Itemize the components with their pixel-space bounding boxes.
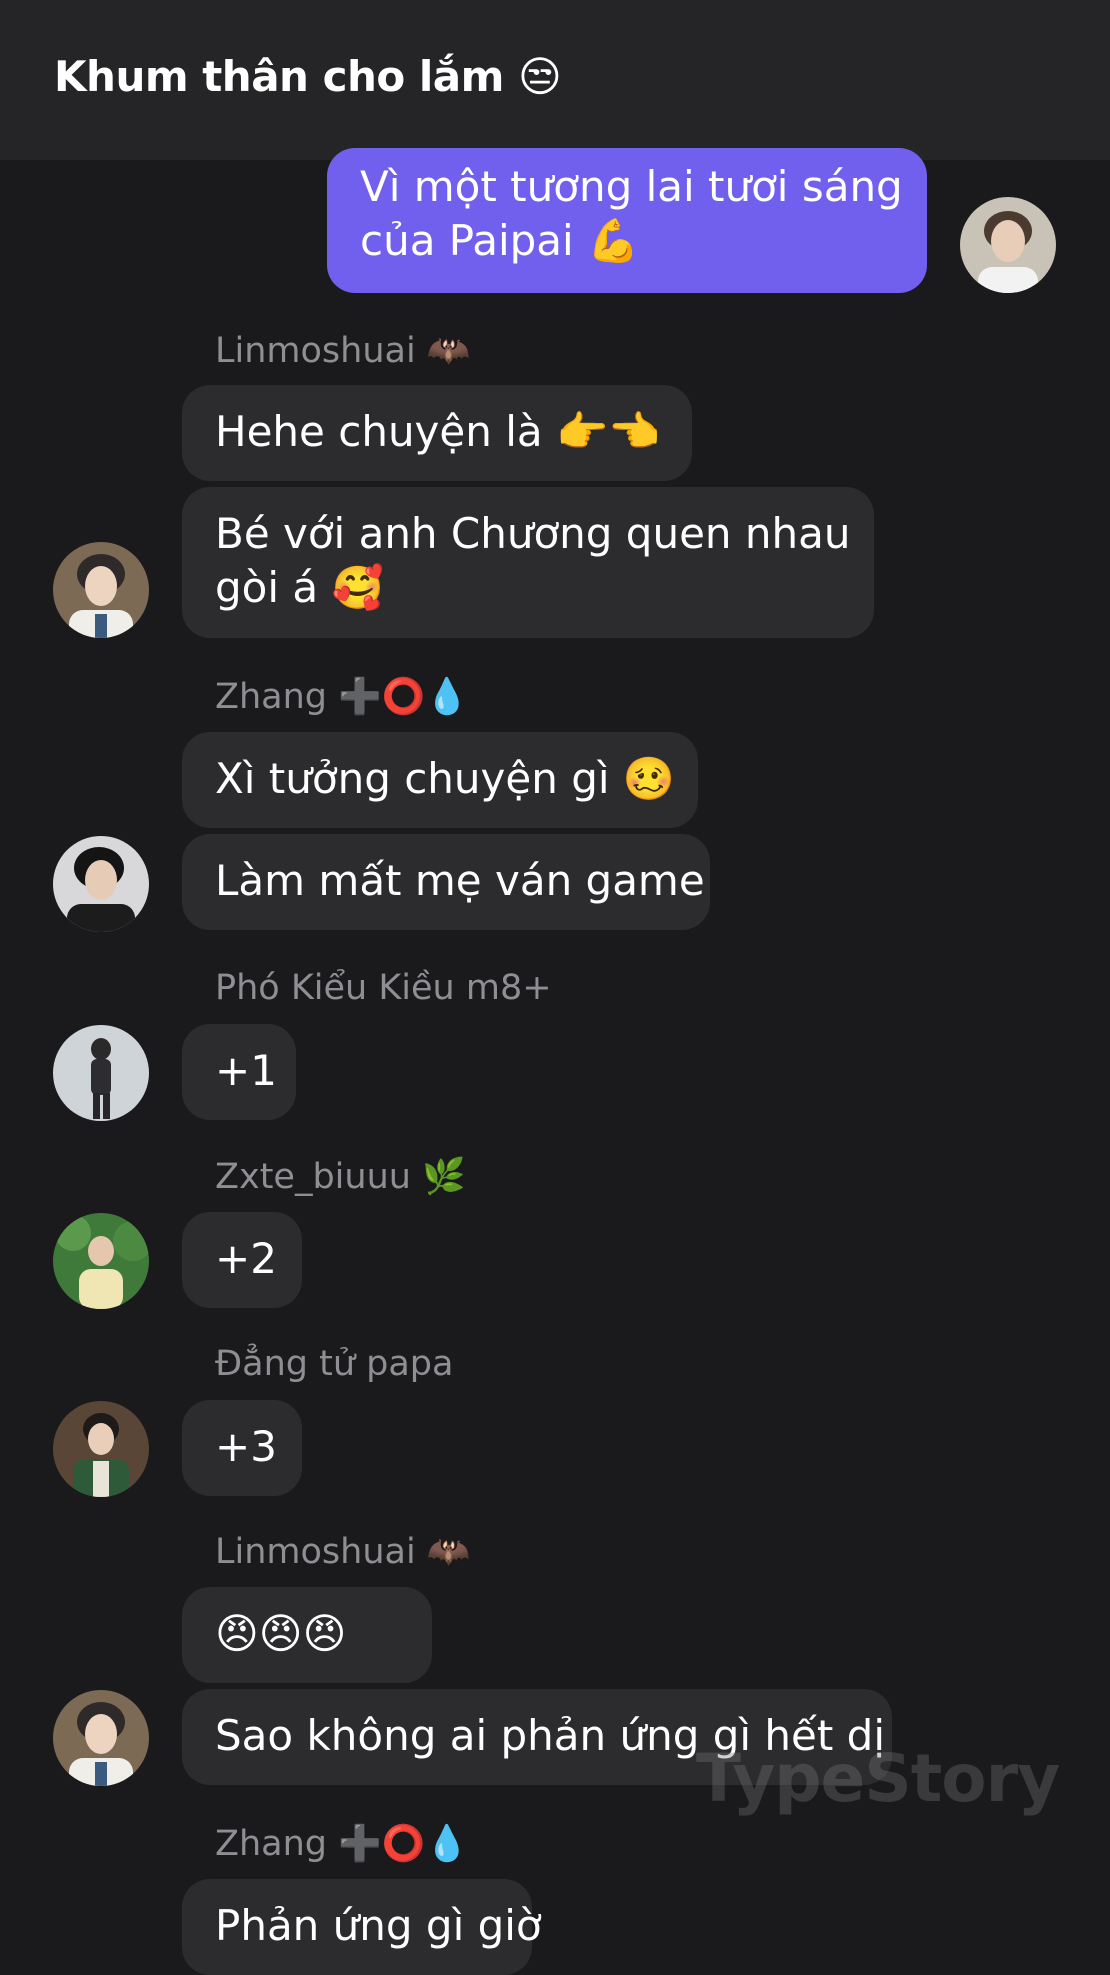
sender-name: Zhang ➕⭕💧 — [215, 1824, 469, 1864]
message-text: Bé với anh Chương quen nhau — [215, 509, 851, 558]
sender-avatar[interactable] — [53, 1025, 149, 1121]
sender-name: Đẳng tử papa — [215, 1344, 454, 1384]
sender-avatar[interactable] — [53, 1213, 149, 1309]
message-bubble[interactable]: +1 — [182, 1024, 296, 1120]
message-text: 😠😠😠 — [215, 1609, 347, 1658]
sender-avatar[interactable] — [53, 1401, 149, 1497]
chat-header: Khum thân cho lắm 😒 — [0, 0, 1110, 160]
message-bubble[interactable]: Làm mất mẹ ván game — [182, 834, 710, 930]
sender-name: Phó Kiểu Kiều m8+ — [215, 968, 552, 1008]
message-text: Phản ứng gì giờ — [215, 1901, 542, 1950]
message-text: Xì tưởng chuyện gì 🥴 — [215, 754, 676, 803]
message-text: của Paipai 💪 — [360, 216, 640, 265]
sender-name: Linmoshuai 🦇 — [215, 331, 471, 371]
my-avatar[interactable] — [960, 197, 1056, 293]
chat-title: Khum thân cho lắm 😒 — [54, 52, 562, 101]
sender-avatar[interactable] — [53, 836, 149, 932]
message-bubble[interactable]: Bé với anh Chương quen nhau gòi á 🥰 — [182, 487, 874, 638]
sender-avatar[interactable] — [53, 542, 149, 638]
message-list[interactable]: Vì một tương lai tươi sáng của Paipai 💪 … — [0, 148, 1110, 1975]
message-text: gòi á 🥰 — [215, 563, 384, 612]
sender-name: Zhang ➕⭕💧 — [215, 677, 469, 717]
my-message[interactable]: Vì một tương lai tươi sáng của Paipai 💪 — [327, 148, 927, 293]
message-bubble[interactable]: 😠😠😠 — [182, 1587, 432, 1683]
message-bubble[interactable]: +2 — [182, 1212, 302, 1308]
message-text: Làm mất mẹ ván game — [215, 856, 705, 905]
sender-name: Linmoshuai 🦇 — [215, 1532, 471, 1572]
message-text: Vì một tương lai tươi sáng — [360, 162, 903, 211]
message-text: +2 — [215, 1234, 277, 1283]
message-bubble[interactable]: +3 — [182, 1400, 302, 1496]
message-bubble[interactable]: Hehe chuyện là 👉👈 — [182, 385, 692, 481]
sender-avatar[interactable] — [53, 1690, 149, 1786]
sender-name: Zxte_biuuu 🌿 — [215, 1157, 466, 1197]
message-bubble[interactable]: Phản ứng gì giờ — [182, 1879, 542, 1975]
message-bubble[interactable]: Xì tưởng chuyện gì 🥴 — [182, 732, 698, 828]
message-text: Hehe chuyện là 👉👈 — [215, 407, 661, 456]
message-text: +3 — [215, 1422, 277, 1471]
watermark: TypeStory — [696, 1740, 1060, 1817]
message-text: +1 — [215, 1046, 277, 1095]
